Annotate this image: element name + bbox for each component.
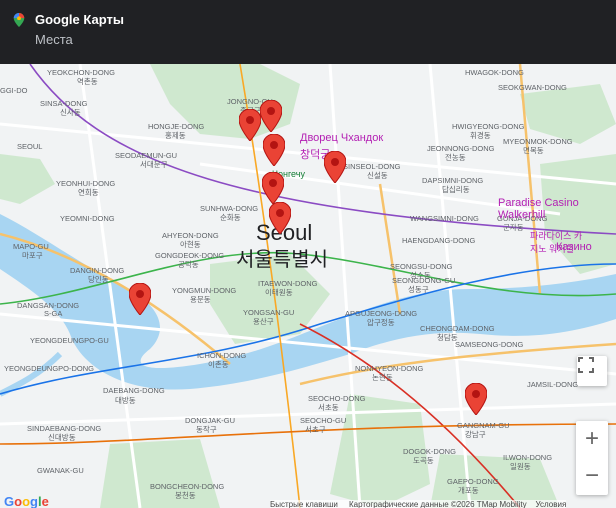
app-header: Google Карты Места bbox=[0, 0, 616, 64]
district-label: JAMSIL-DONG bbox=[527, 380, 579, 389]
district-label: 신설동 bbox=[367, 171, 388, 180]
district-label: 전농동 bbox=[445, 153, 466, 162]
city-label-ko: 서울특별시 bbox=[236, 249, 328, 271]
district-label: WANGSIMNI-DONG bbox=[410, 214, 479, 223]
place-marker[interactable] bbox=[263, 134, 285, 166]
district-label: 서초구 bbox=[305, 425, 326, 434]
district-label: 연희동 bbox=[78, 188, 99, 197]
zoom-out-button[interactable]: − bbox=[576, 458, 608, 494]
district-label: 개포동 bbox=[458, 486, 479, 495]
keyboard-shortcuts-link[interactable]: Быстрые клавиши bbox=[270, 500, 338, 508]
district-label: 동작구 bbox=[196, 425, 217, 434]
app-subtitle: Места bbox=[35, 32, 73, 47]
place-marker[interactable] bbox=[269, 202, 291, 234]
district-label: 홍제동 bbox=[165, 131, 186, 140]
district-label: HWAGOK-DONG bbox=[465, 68, 524, 77]
place-marker[interactable] bbox=[465, 383, 487, 415]
map-footer: Быстрые клавиши Картографические данные … bbox=[270, 500, 567, 508]
district-label: GWANAK-GU bbox=[37, 466, 84, 475]
district-label: 신대방동 bbox=[48, 433, 76, 442]
place-marker[interactable] bbox=[262, 172, 284, 204]
district-label: 대방동 bbox=[115, 396, 136, 405]
district-label: SEOUL bbox=[17, 142, 43, 151]
poi-casino-ru[interactable]: Казино bbox=[556, 241, 592, 253]
district-label: GGI-DO bbox=[0, 86, 28, 95]
district-label: HAENGDANG-DONG bbox=[402, 236, 476, 245]
terms-link[interactable]: Условия bbox=[535, 500, 566, 508]
district-label: SAMSEONG-DONG bbox=[455, 340, 524, 349]
district-label: 휘경동 bbox=[470, 131, 491, 140]
poi-palace[interactable]: Дворец Чхандок bbox=[300, 132, 383, 144]
district-label: 아현동 bbox=[180, 240, 201, 249]
district-label: 이태원동 bbox=[265, 288, 293, 297]
district-label: 압구정동 bbox=[367, 318, 395, 327]
google-maps-pin-icon bbox=[13, 13, 25, 27]
fullscreen-icon bbox=[578, 357, 594, 373]
district-label: 용문동 bbox=[190, 295, 211, 304]
district-label: 면목동 bbox=[523, 146, 544, 155]
district-label: 군자동 bbox=[503, 223, 524, 232]
zoom-in-button[interactable]: + bbox=[576, 421, 608, 457]
district-label: YEONGDEUNGPO-DONG bbox=[4, 364, 95, 373]
district-label: 공덕동 bbox=[178, 260, 199, 269]
district-label: YEOMNI-DONG bbox=[60, 214, 115, 223]
district-label: 논현동 bbox=[372, 373, 393, 382]
google-logo: Google bbox=[4, 494, 49, 508]
place-marker[interactable] bbox=[129, 283, 151, 315]
district-label: 답십리동 bbox=[442, 185, 470, 194]
district-label: 봉천동 bbox=[175, 491, 196, 500]
district-label: 서대문구 bbox=[140, 160, 168, 169]
fullscreen-button[interactable] bbox=[577, 356, 607, 386]
map-canvas[interactable]: YEOKCHON-DONG 역촌동 GGI-DO SINSA-DONG 신사동 JONGN… bbox=[0, 64, 616, 508]
district-label: YEONGDEUNGPO-GU bbox=[30, 336, 109, 345]
district-label: 강남구 bbox=[465, 430, 486, 439]
district-label: 일원동 bbox=[510, 462, 531, 471]
district-label: 신사동 bbox=[60, 108, 81, 117]
district-label: 역촌동 bbox=[77, 77, 98, 86]
district-label: 성동구 bbox=[408, 285, 429, 294]
poi-casino[interactable]: Paradise Casino Walkerhill bbox=[498, 197, 598, 221]
map-data-attribution: Картографические данные ©2026 TMap Mobil… bbox=[348, 500, 527, 508]
district-label: 순화동 bbox=[220, 213, 241, 222]
district-label: 마포구 bbox=[22, 251, 43, 260]
district-label: S-GA bbox=[44, 309, 63, 318]
district-label: 당인동 bbox=[88, 275, 109, 284]
place-marker[interactable] bbox=[260, 100, 282, 132]
place-marker[interactable] bbox=[324, 151, 346, 183]
place-marker[interactable] bbox=[239, 109, 261, 141]
district-label: 이촌동 bbox=[208, 360, 229, 369]
district-label: 도곡동 bbox=[413, 456, 434, 465]
app-title: Google Карты bbox=[35, 12, 124, 27]
zoom-controls: + − bbox=[576, 421, 608, 495]
district-label: 서초동 bbox=[318, 403, 339, 412]
district-label: SEOKGWAN-DONG bbox=[498, 83, 567, 92]
district-label: DAEBANG-DONG bbox=[103, 386, 165, 395]
district-label: 용산구 bbox=[253, 317, 274, 326]
